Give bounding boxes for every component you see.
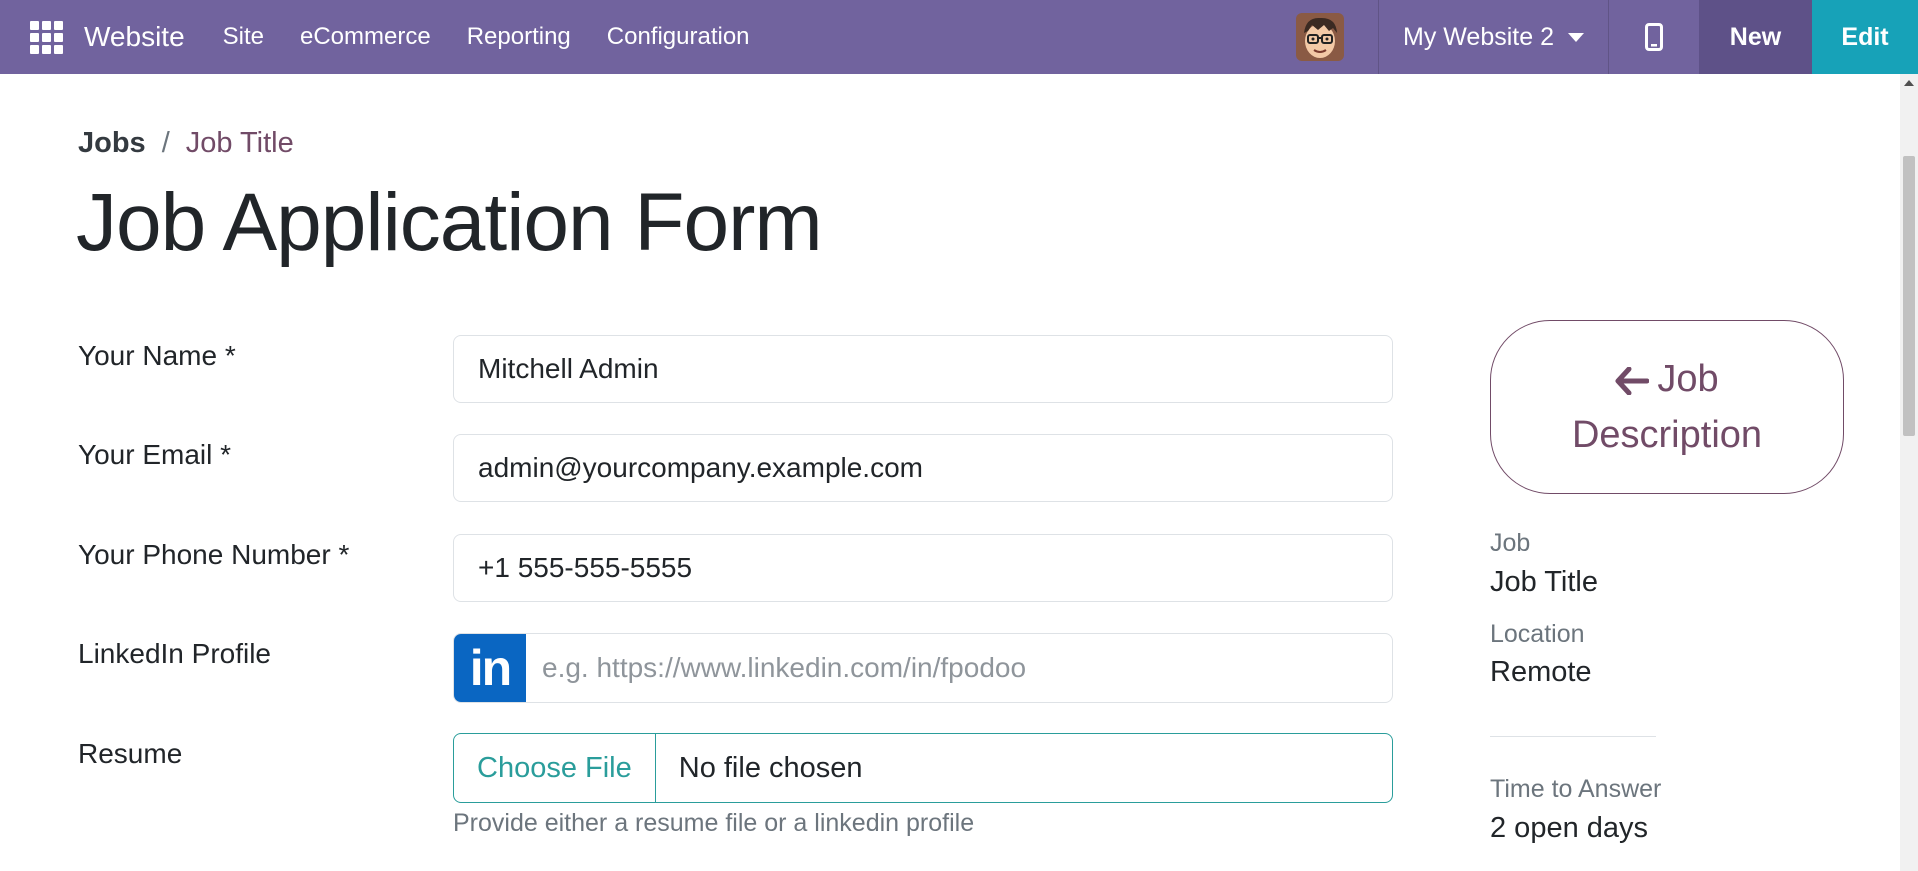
job-description-line1: Job — [1657, 358, 1719, 400]
linkedin-label: LinkedIn Profile — [78, 638, 272, 669]
linkedin-field[interactable]: in e.g. https://www.linkedin.com/in/fpod… — [453, 633, 1393, 703]
linkedin-icon: in — [454, 634, 526, 702]
website-switcher-label: My Website 2 — [1403, 22, 1554, 51]
menu-item-configuration[interactable]: Configuration — [589, 0, 768, 74]
resume-help-text: Provide either a resume file or a linked… — [453, 809, 975, 837]
apps-menu-icon[interactable] — [30, 20, 78, 54]
app-brand[interactable]: Website — [84, 21, 185, 53]
scroll-up-arrow-icon[interactable] — [1904, 80, 1914, 86]
email-label: Your Email * — [78, 439, 232, 470]
menu-item-reporting[interactable]: Reporting — [449, 0, 589, 74]
phone-field[interactable]: +1 555-555-5555 — [453, 534, 1393, 602]
sidebar-divider — [1490, 736, 1656, 737]
top-navbar: Website Site eCommerce Reporting Configu… — [0, 0, 1918, 74]
mobile-preview-button[interactable] — [1609, 0, 1699, 74]
page-title: Job Application Form — [76, 177, 823, 268]
name-field[interactable]: Mitchell Admin — [453, 335, 1393, 403]
breadcrumb: Jobs / Job Title — [78, 127, 294, 160]
resume-file-input[interactable]: Choose File No file chosen — [453, 733, 1393, 803]
user-avatar[interactable] — [1296, 13, 1345, 61]
breadcrumb-jobs-link[interactable]: Jobs — [78, 127, 146, 160]
job-description-line2: Description — [1571, 414, 1763, 456]
caret-down-icon — [1568, 32, 1584, 42]
edit-button[interactable]: Edit — [1812, 0, 1918, 74]
menu-item-site[interactable]: Site — [205, 0, 282, 74]
phone-label: Your Phone Number * — [78, 539, 350, 570]
breadcrumb-current[interactable]: Job Title — [186, 127, 294, 160]
scroll-thumb[interactable] — [1903, 156, 1915, 436]
time-to-answer-value: 2 open days — [1490, 812, 1649, 844]
job-value: Job Title — [1490, 566, 1598, 598]
file-status: No file chosen — [678, 751, 863, 784]
linkedin-placeholder: e.g. https://www.linkedin.com/in/fpodoo — [542, 652, 1027, 683]
choose-file-button[interactable]: Choose File — [454, 734, 656, 802]
resume-label: Resume — [78, 738, 183, 769]
page-scrollbar[interactable] — [1900, 74, 1918, 871]
location-value: Remote — [1490, 656, 1592, 688]
new-button[interactable]: New — [1699, 0, 1812, 74]
job-label: Job — [1490, 529, 1531, 557]
time-to-answer-label: Time to Answer — [1490, 775, 1662, 803]
website-switcher[interactable]: My Website 2 — [1379, 0, 1608, 74]
location-label: Location — [1490, 620, 1585, 648]
menu-item-ecommerce[interactable]: eCommerce — [282, 0, 449, 74]
breadcrumb-separator: / — [161, 127, 170, 159]
job-description-button[interactable]: Job Description — [1490, 320, 1844, 494]
email-field[interactable]: admin@yourcompany.example.com — [453, 434, 1393, 502]
arrow-left-icon — [1615, 366, 1650, 395]
name-label: Your Name * — [78, 340, 236, 371]
mobile-phone-icon — [1645, 23, 1663, 51]
